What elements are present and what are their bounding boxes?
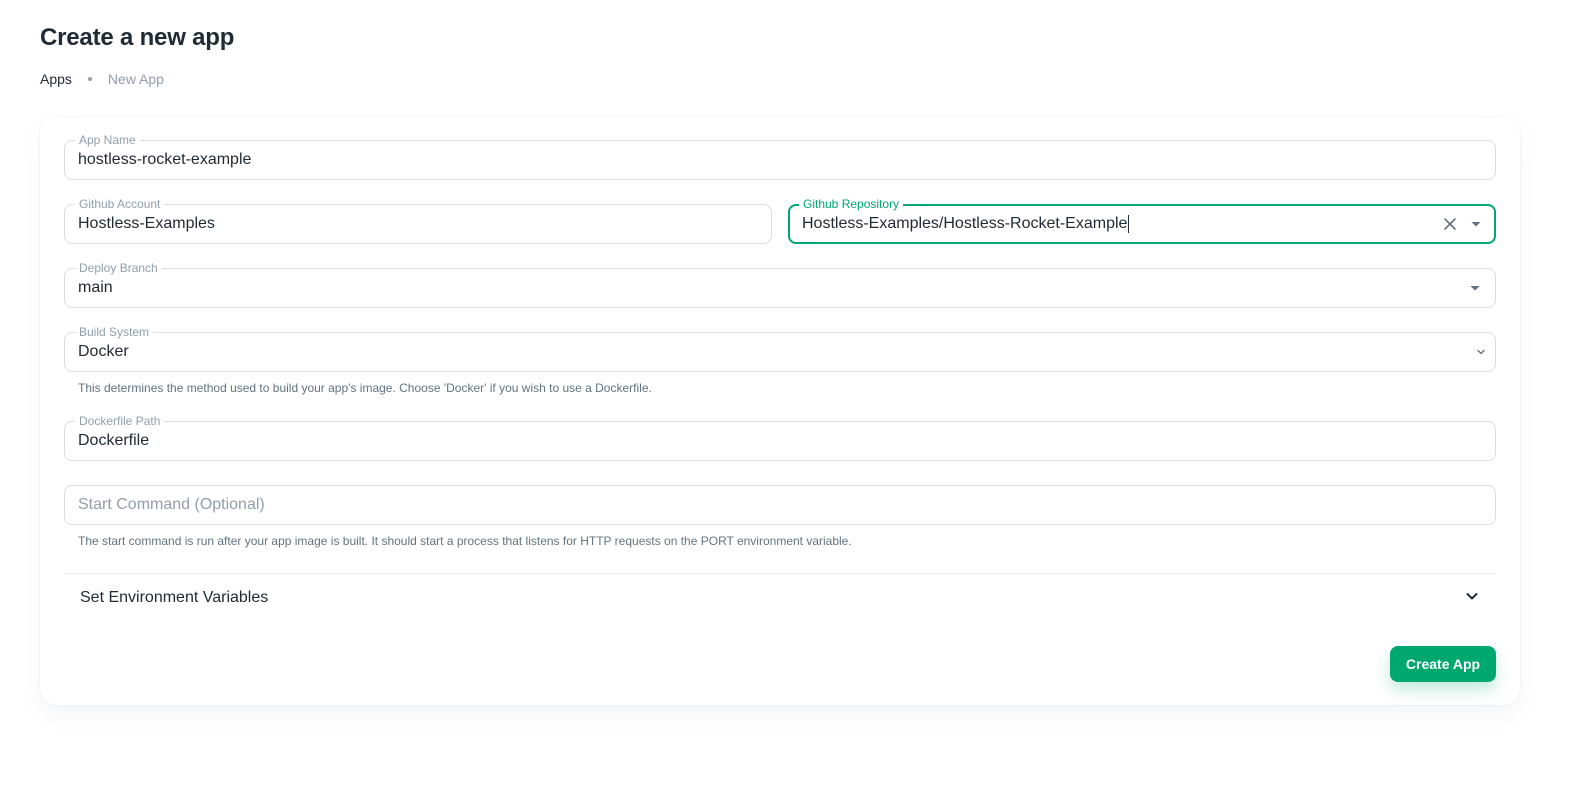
breadcrumb-current: New App (107, 71, 164, 87)
close-icon[interactable] (1438, 206, 1462, 242)
page-title: Create a new app (40, 24, 235, 51)
github-repository-input[interactable]: Hostless-Examples/Hostless-Rocket-Exampl… (802, 206, 1130, 242)
build-system-helper: This determines the method used to build… (78, 381, 652, 395)
chevron-down-icon (1464, 588, 1480, 609)
dockerfile-path-input[interactable]: Dockerfile (78, 422, 149, 460)
github-repository-field[interactable]: Github Repository Hostless-Examples/Host… (788, 197, 1496, 244)
github-repository-value: Hostless-Examples/Hostless-Rocket-Exampl… (802, 215, 1128, 232)
start-command-input[interactable]: Start Command (Optional) (78, 486, 265, 524)
build-system-select[interactable]: Build System Docker (64, 325, 1496, 372)
github-account-field[interactable]: Github Account Hostless-Examples (64, 197, 772, 244)
create-app-form-card: App Name hostless-rocket-example Github … (40, 117, 1520, 705)
breadcrumb-apps-link[interactable]: Apps (40, 71, 72, 87)
start-command-field[interactable]: Start Command (Optional) (64, 485, 1496, 525)
deploy-branch-field[interactable]: Deploy Branch main (64, 261, 1496, 308)
breadcrumb-separator (87, 77, 92, 81)
breadcrumb: Apps New App (40, 70, 164, 88)
chevron-down-icon[interactable] (1469, 333, 1493, 371)
build-system-value: Docker (78, 343, 129, 360)
deploy-branch-input[interactable]: main (78, 269, 113, 307)
caret-down-icon[interactable] (1463, 269, 1487, 307)
create-app-page: Create a new app Apps New App App Name h… (0, 0, 1576, 792)
caret-down-icon[interactable] (1464, 206, 1488, 242)
env-vars-title: Set Environment Variables (80, 589, 269, 606)
text-caret (1128, 215, 1130, 233)
start-command-helper: The start command is run after your app … (78, 534, 852, 548)
app-name-field[interactable]: App Name hostless-rocket-example (64, 133, 1496, 180)
env-vars-accordion[interactable]: Set Environment Variables (64, 574, 1496, 622)
github-account-input[interactable]: Hostless-Examples (78, 205, 215, 243)
create-app-button[interactable]: Create App (1390, 646, 1496, 682)
dockerfile-path-field[interactable]: Dockerfile Path Dockerfile (64, 414, 1496, 461)
app-name-input[interactable]: hostless-rocket-example (78, 141, 251, 179)
